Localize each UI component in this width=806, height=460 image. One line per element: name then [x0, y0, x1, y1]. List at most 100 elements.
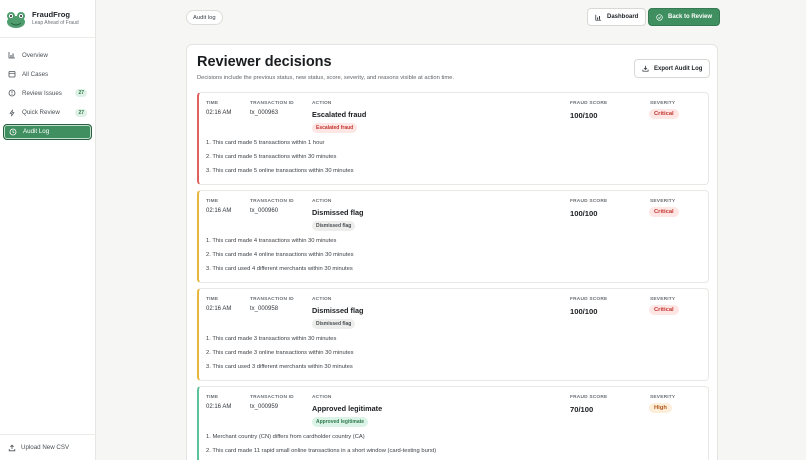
sidebar-item-overview[interactable]: Overview: [3, 47, 92, 63]
reason-item: 2. This card made 3 online transactions …: [206, 350, 354, 356]
severity-badge: High: [649, 403, 672, 413]
export-audit-log-button[interactable]: Export Audit Log: [634, 59, 711, 78]
upload-csv-button[interactable]: Upload New CSV: [0, 434, 96, 460]
sidebar-item-review-issues[interactable]: Review Issues 27: [3, 85, 92, 101]
time-label: TIME: [206, 297, 219, 302]
reason-item: 1. This card made 4 transactions within …: [206, 238, 337, 244]
dashboard-label: Dashboard: [607, 14, 639, 20]
breadcrumb[interactable]: Audit log: [186, 10, 223, 25]
severity-label: SEVERITY: [650, 199, 676, 204]
status-pill: Dismissed flag: [312, 221, 356, 231]
transaction-id-value: tx_000960: [250, 208, 279, 214]
brand-tagline: Leap Ahead of Fraud: [32, 20, 79, 27]
alert-circle-icon: [8, 89, 16, 97]
audit-entry: TIME 02:16 AM TRANSACTION ID tx_000959 A…: [197, 386, 709, 460]
brand-name: FraudFrog: [32, 9, 70, 19]
reason-item: 2. This card made 4 online transactions …: [206, 252, 354, 258]
shield-check-icon: [656, 13, 663, 21]
audit-entry: TIME 02:16 AM TRANSACTION ID tx_000960 A…: [197, 190, 709, 283]
severity-label: SEVERITY: [650, 395, 676, 400]
fraud-score-value: 100/100: [570, 307, 598, 316]
bar-chart-icon: [595, 14, 602, 21]
download-icon: [642, 65, 649, 72]
sidebar: FraudFrog Leap Ahead of Fraud Overview A…: [0, 0, 96, 460]
reasons-list: 1. This card made 5 transactions within …: [206, 140, 353, 182]
transaction-id-value: tx_000959: [250, 404, 279, 410]
reason-item: 2. This card made 5 transactions within …: [206, 154, 337, 160]
sidebar-item-quick-review[interactable]: Quick Review 27: [3, 105, 92, 121]
back-to-review-button[interactable]: Back to Review: [648, 8, 721, 26]
action-label: ACTION: [312, 395, 332, 400]
transaction-id-label: TRANSACTION ID: [250, 395, 294, 400]
time-value: 02:16 AM: [206, 110, 232, 116]
severity-badge: Critical: [649, 109, 679, 119]
transaction-id-value: tx_000963: [250, 110, 279, 116]
action-value: Dismissed flag: [312, 306, 364, 315]
fraud-score-label: FRAUD SCORE: [570, 199, 608, 204]
chart-icon: [8, 51, 16, 59]
audit-entry: TIME 02:16 AM TRANSACTION ID tx_000958 A…: [197, 288, 709, 381]
time-value: 02:16 AM: [206, 306, 232, 312]
frog-logo-icon: [7, 11, 25, 28]
severity-badge: Critical: [649, 305, 679, 315]
reason-item: 1. This card made 5 transactions within …: [206, 140, 325, 146]
time-label: TIME: [206, 199, 219, 204]
sidebar-item-all-cases[interactable]: All Cases: [3, 66, 92, 82]
fraud-score-label: FRAUD SCORE: [570, 297, 608, 302]
upload-icon: [8, 444, 16, 452]
history-icon: [9, 128, 17, 136]
back-to-review-label: Back to Review: [668, 14, 713, 20]
time-value: 02:16 AM: [206, 208, 232, 214]
severity-badge: Critical: [649, 207, 679, 217]
action-label: ACTION: [312, 101, 332, 106]
count-badge: 27: [75, 108, 87, 117]
transaction-id-value: tx_000958: [250, 306, 279, 312]
sidebar-nav: Overview All Cases Review Issues 27 Quic…: [0, 38, 95, 140]
sidebar-item-label: Review Issues: [22, 89, 62, 97]
brand: FraudFrog Leap Ahead of Fraud: [0, 0, 95, 38]
time-label: TIME: [206, 101, 219, 106]
status-pill: Escalated fraud: [312, 123, 358, 133]
action-label: ACTION: [312, 297, 332, 302]
action-value: Approved legitimate: [312, 404, 383, 413]
lightning-icon: [8, 109, 16, 117]
audit-entry: TIME 02:16 AM TRANSACTION ID tx_000963 A…: [197, 92, 709, 185]
action-label: ACTION: [312, 199, 332, 204]
status-pill: Dismissed flag: [312, 319, 356, 329]
sidebar-item-label: Audit Log: [23, 128, 50, 136]
count-badge: 27: [75, 89, 87, 98]
page-title: Reviewer decisions: [197, 54, 332, 70]
transaction-id-label: TRANSACTION ID: [250, 297, 294, 302]
sidebar-item-audit-log[interactable]: Audit Log: [3, 123, 92, 140]
reasons-list: 1. This card made 3 transactions within …: [206, 336, 353, 378]
reasons-list: 1. Merchant country (CN) differs from ca…: [206, 434, 436, 460]
page-subtitle: Decisions include the previous status, n…: [197, 75, 455, 81]
reason-item: 3. This card made 5 online transactions …: [206, 168, 354, 174]
sidebar-item-label: Quick Review: [22, 109, 60, 117]
fraud-score-label: FRAUD SCORE: [570, 101, 608, 106]
topbar: Audit log Dashboard Back to Review: [96, 0, 806, 36]
reason-item: 3. This card used 3 different merchants …: [206, 364, 353, 370]
fraud-score-value: 100/100: [570, 111, 598, 120]
fraud-score-label: FRAUD SCORE: [570, 395, 608, 400]
upload-csv-label: Upload New CSV: [21, 444, 70, 451]
sidebar-item-label: Overview: [22, 51, 48, 59]
fraud-score-value: 100/100: [570, 209, 598, 218]
export-label: Export Audit Log: [654, 65, 703, 72]
folder-icon: [8, 70, 16, 78]
dashboard-button[interactable]: Dashboard: [587, 8, 647, 26]
time-label: TIME: [206, 395, 219, 400]
action-value: Dismissed flag: [312, 208, 364, 217]
reason-item: 1. This card made 3 transactions within …: [206, 336, 337, 342]
action-value: Escalated fraud: [312, 110, 367, 119]
sidebar-item-label: All Cases: [22, 70, 49, 78]
transaction-id-label: TRANSACTION ID: [250, 199, 294, 204]
reason-item: 2. This card made 11 rapid small online …: [206, 448, 437, 454]
reason-item: 3. This card used 4 different merchants …: [206, 266, 353, 272]
fraud-score-value: 70/100: [570, 405, 594, 414]
transaction-id-label: TRANSACTION ID: [250, 101, 294, 106]
time-value: 02:16 AM: [206, 404, 232, 410]
severity-label: SEVERITY: [650, 101, 676, 106]
reasons-list: 1. This card made 4 transactions within …: [206, 238, 353, 280]
reason-item: 1. Merchant country (CN) differs from ca…: [206, 434, 365, 440]
